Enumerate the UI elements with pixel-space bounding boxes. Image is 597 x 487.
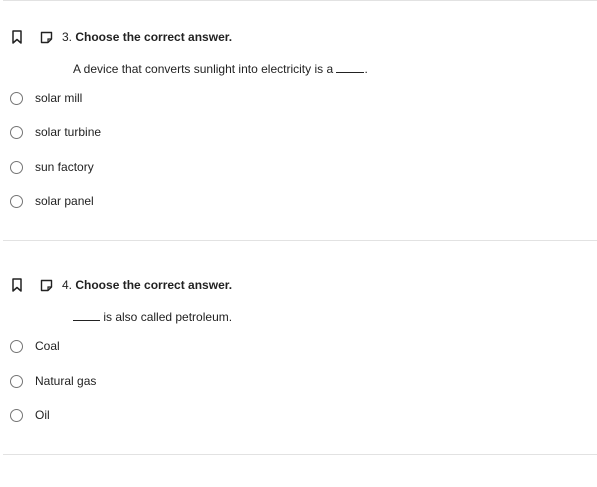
radio-button[interactable] [10,195,23,208]
option-label: solar panel [35,194,94,208]
bookmark-icon[interactable] [11,30,23,44]
option-label: Coal [35,339,60,353]
option-label: solar turbine [35,125,102,139]
option-label: solar mill [35,91,83,105]
question-divider [3,240,597,241]
radio-button[interactable] [10,409,23,422]
question-header: 4. Choose the correct answer. [0,275,597,295]
option-label: sun factory [35,160,94,174]
answer-option[interactable]: sun factory [0,158,597,180]
question-label: 3. Choose the correct answer. [62,30,232,44]
bottom-divider [3,454,597,455]
question-title: Choose the correct answer. [75,278,233,292]
answer-option[interactable]: Natural gas [0,372,597,394]
stem-text: A device that converts sunlight into ele… [73,62,334,76]
quiz-page: 3. Choose the correct answer. A device t… [0,0,597,487]
top-divider [3,0,597,1]
answer-option[interactable]: solar turbine [0,123,597,145]
radio-button[interactable] [10,375,23,388]
option-label: Natural gas [35,374,97,388]
radio-button[interactable] [10,161,23,174]
stem-text: is also called petroleum. [103,310,233,324]
answer-blank [336,62,365,73]
question-number: 4. [62,278,73,292]
question-label: 4. Choose the correct answer. [62,278,232,292]
answer-option[interactable]: solar panel [0,192,597,214]
radio-button[interactable] [10,126,23,139]
radio-button[interactable] [10,340,23,353]
answer-option[interactable]: Oil [0,406,597,428]
question-number: 3. [62,30,73,44]
question-title: Choose the correct answer. [75,30,233,44]
answer-option[interactable]: solar mill [0,89,597,111]
question-stem: is also called petroleum. [73,310,232,324]
note-icon[interactable] [40,279,53,292]
answer-option[interactable]: Coal [0,337,597,359]
question-header: 3. Choose the correct answer. [0,27,597,47]
option-label: Oil [35,408,50,422]
stem-text-end: . [364,62,368,76]
answer-blank [73,310,100,321]
note-icon[interactable] [40,31,53,44]
question-stem: A device that converts sunlight into ele… [73,62,368,76]
bookmark-icon[interactable] [11,278,23,292]
radio-button[interactable] [10,92,23,105]
